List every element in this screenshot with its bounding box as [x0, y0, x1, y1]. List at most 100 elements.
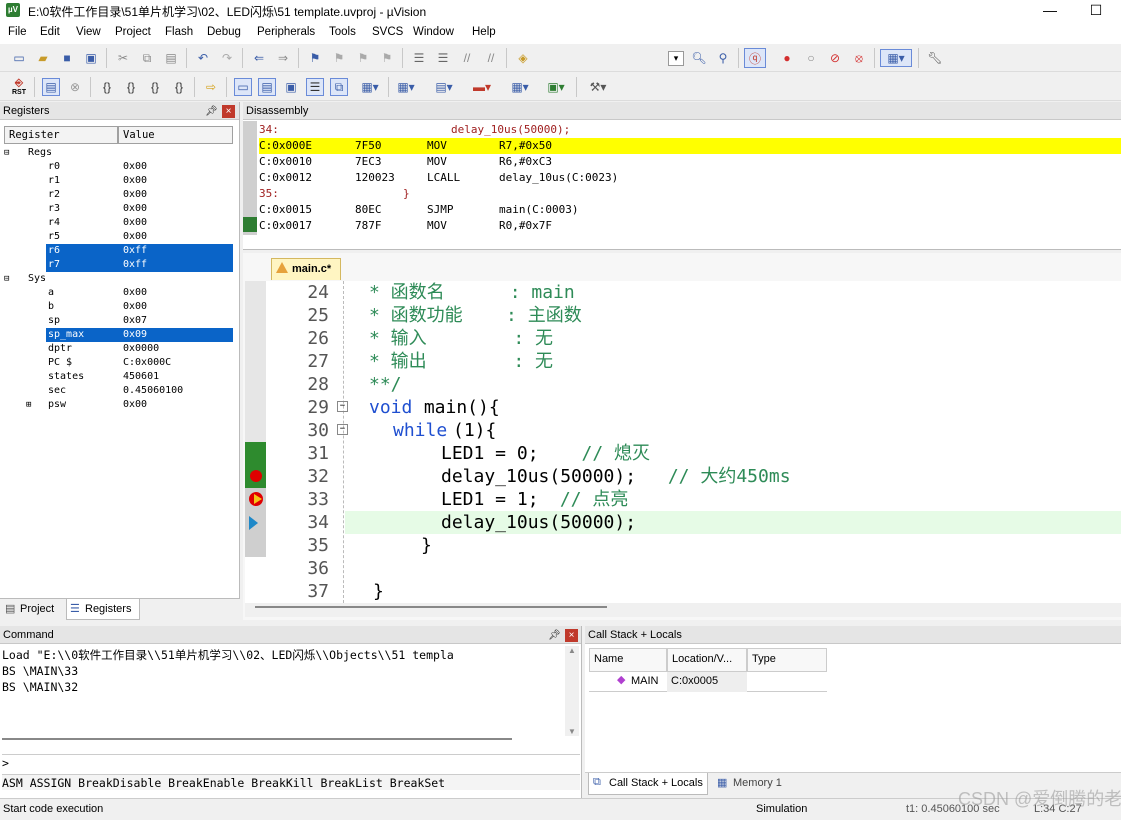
col-value[interactable]: Value — [118, 126, 233, 144]
menu-project[interactable]: Project — [115, 26, 151, 38]
menu-debug[interactable]: Debug — [207, 26, 241, 38]
code-area[interactable]: 24 * 函数名 : main 25 * 函数功能 : 主函数 26 * 输入 : 无… — [245, 281, 1121, 603]
reg-row-b[interactable]: b 0x00 — [4, 300, 233, 314]
horizontal-scrollbar[interactable] — [245, 603, 1121, 617]
tab-project[interactable]: ▤ Project — [2, 599, 64, 620]
menu-flash[interactable]: Flash — [165, 26, 193, 38]
watch-window-icon[interactable]: ▦▾ — [356, 78, 384, 96]
insert-breakpoint-icon[interactable]: ● — [778, 49, 796, 67]
copy-icon[interactable]: ⧉ — [138, 49, 156, 67]
trace-window-icon[interactable]: ▦▾ — [506, 78, 534, 96]
show-next-statement-icon[interactable]: ⇨ — [202, 78, 220, 96]
disasm-line-current[interactable]: C:0x000E 7F50 MOV R7,#0x50 — [259, 138, 1121, 154]
symbols-window-icon[interactable]: ▣ — [282, 78, 300, 96]
col-type[interactable]: Type — [747, 648, 827, 672]
vertical-scrollbar[interactable]: ▲ ▼ — [565, 646, 579, 736]
fold-icon[interactable]: − — [337, 424, 348, 435]
reg-row-r6[interactable]: r6 0xff — [46, 244, 233, 258]
run-to-cursor-icon[interactable]: {} — [170, 78, 188, 96]
toolbox-icon[interactable]: ⚒▾ — [584, 78, 612, 96]
open-folder-icon[interactable]: ▰ — [34, 49, 52, 67]
uncomment-icon[interactable]: // — [482, 49, 500, 67]
bookmark-next-icon[interactable]: ⚑ — [354, 49, 372, 67]
pin-icon[interactable]: 📌︎ — [548, 630, 561, 641]
paste-icon[interactable]: ▤ — [162, 49, 180, 67]
system-viewer-icon[interactable]: ▣▾ — [542, 78, 570, 96]
menu-window[interactable]: Window — [413, 26, 454, 38]
reg-row-sp-max[interactable]: sp_max 0x09 — [46, 328, 233, 342]
menu-svcs[interactable]: SVCS — [372, 26, 403, 38]
reg-row-pc[interactable]: PC $ C:0x000C — [4, 356, 233, 370]
analysis-window-icon[interactable]: ▬▾ — [468, 78, 496, 96]
bookmark-clear-icon[interactable]: ⚑ — [378, 49, 396, 67]
menu-tools[interactable]: Tools — [329, 26, 356, 38]
indent-icon[interactable]: ☰ — [410, 49, 428, 67]
col-name[interactable]: Name — [589, 648, 667, 672]
fold-icon[interactable]: − — [337, 401, 348, 412]
reg-row-sec[interactable]: sec 0.45060100 — [4, 384, 233, 398]
disasm-line[interactable]: 35:} — [259, 186, 1121, 202]
memory-window-icon[interactable]: ▦▾ — [392, 78, 420, 96]
reg-row-r2[interactable]: r2 0x00 — [4, 188, 233, 202]
command-window-icon[interactable]: ▭ — [234, 78, 252, 96]
col-location[interactable]: Location/V... — [667, 648, 747, 672]
reg-row-psw[interactable]: ⊞ psw 0x00 — [4, 398, 233, 412]
expand-icon[interactable]: ⊞ — [26, 398, 31, 412]
reg-row-dptr[interactable]: dptr 0x0000 — [4, 342, 233, 356]
reg-row-r5[interactable]: r5 0x00 — [4, 230, 233, 244]
nav-back-icon[interactable]: ⇐ — [250, 49, 268, 67]
reg-row-a[interactable]: a 0x00 — [4, 286, 233, 300]
incremental-find-icon[interactable]: ⚲ — [714, 49, 732, 67]
serial-window-icon[interactable]: ▤▾ — [430, 78, 458, 96]
table-row[interactable]: ◆ MAIN C:0x0005 — [589, 672, 827, 692]
menu-view[interactable]: View — [76, 26, 101, 38]
breakpoint-icon[interactable] — [250, 470, 262, 482]
registers-window-icon[interactable]: ☰ — [306, 78, 324, 96]
nav-forward-icon[interactable]: ⇒ — [274, 49, 292, 67]
save-icon[interactable]: ■ — [58, 49, 76, 67]
collapse-icon[interactable]: ⊟ — [4, 146, 9, 160]
cut-icon[interactable]: ✂ — [114, 49, 132, 67]
reg-row-r4[interactable]: r4 0x00 — [4, 216, 233, 230]
comment-icon[interactable]: // — [458, 49, 476, 67]
disasm-line[interactable]: C:0x0017 787F MOV R0,#0x7F — [259, 218, 1121, 234]
maximize-button[interactable]: ☐ — [1073, 0, 1119, 22]
menu-file[interactable]: File — [8, 26, 27, 38]
step-out-icon[interactable]: {} — [146, 78, 164, 96]
kill-breakpoints-icon[interactable]: ⦻ — [850, 49, 868, 67]
command-input[interactable]: > — [2, 754, 580, 770]
disasm-line[interactable]: 34: delay_10us(50000); — [259, 122, 1121, 138]
window-layout-icon[interactable]: ▦▾ — [880, 49, 912, 67]
pin-icon[interactable]: 📌︎ — [205, 106, 218, 117]
new-file-icon[interactable]: ▭ — [10, 49, 28, 67]
start-debug-icon[interactable]: ⓠ — [744, 48, 766, 68]
disassembly-window-icon[interactable]: ▤ — [258, 78, 276, 96]
collapse-icon[interactable]: ⊟ — [4, 272, 9, 286]
horizontal-scrollbar[interactable] — [2, 738, 512, 740]
col-register[interactable]: Register — [4, 126, 118, 144]
minimize-button[interactable]: — — [1027, 0, 1073, 22]
reg-row-r1[interactable]: r1 0x00 — [4, 174, 233, 188]
step-into-icon[interactable]: {} — [98, 78, 116, 96]
unindent-icon[interactable]: ☰ — [434, 49, 452, 67]
tab-callstack[interactable]: ⧉ Call Stack + Locals — [588, 773, 708, 795]
reset-icon[interactable]: ⎆ RST — [8, 78, 30, 96]
reg-row-r0[interactable]: r0 0x00 — [4, 160, 233, 174]
target-dropdown[interactable]: ▾ — [668, 51, 684, 66]
save-all-icon[interactable]: ▣ — [82, 49, 100, 67]
step-over-icon[interactable]: {} — [122, 78, 140, 96]
tab-memory[interactable]: ▦ Memory 1 — [713, 773, 793, 795]
find-in-files-icon[interactable]: ◈ — [514, 49, 532, 67]
stop-icon[interactable]: ⊗ — [66, 78, 84, 96]
reg-row-r3[interactable]: r3 0x00 — [4, 202, 233, 216]
bookmark-icon[interactable]: ⚑ — [306, 49, 324, 67]
run-icon[interactable]: ▤ — [42, 78, 60, 96]
menu-peripherals[interactable]: Peripherals — [257, 26, 315, 38]
call-stack-window-icon[interactable]: ⧉ — [330, 78, 348, 96]
reg-row-r7[interactable]: r7 0xff — [46, 258, 233, 272]
menu-edit[interactable]: Edit — [40, 26, 60, 38]
configure-icon[interactable]: 🔧︎ — [926, 49, 944, 67]
menu-help[interactable]: Help — [472, 26, 496, 38]
reg-row-sp[interactable]: sp 0x07 — [4, 314, 233, 328]
disable-breakpoint-icon[interactable]: ⊘ — [826, 49, 844, 67]
